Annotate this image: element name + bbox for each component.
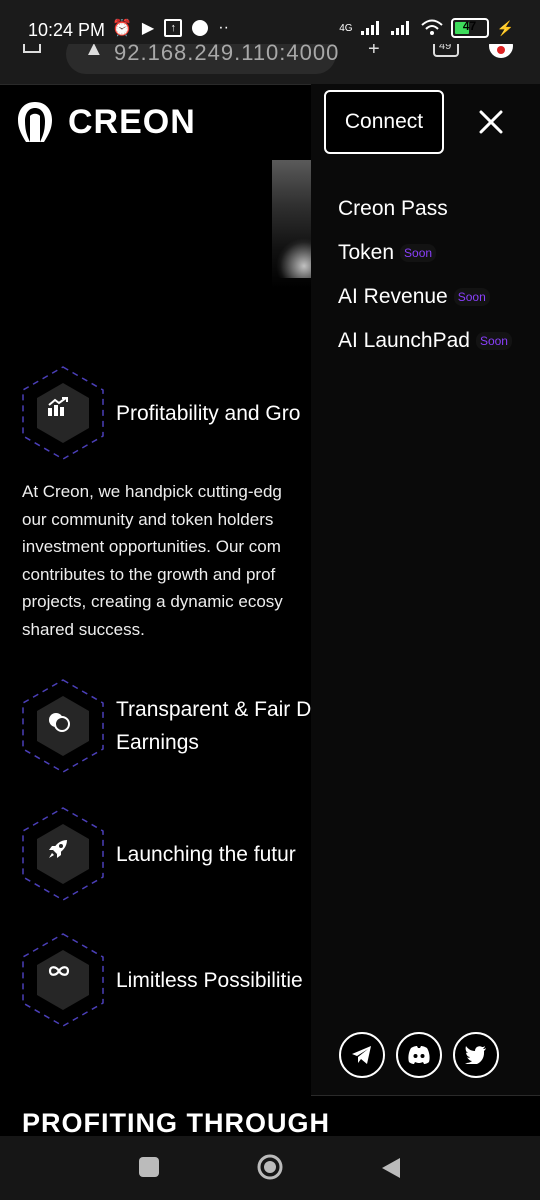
chart-icon — [47, 397, 79, 429]
intro-paragraph: At Creon, we handpick cutting-edg our co… — [22, 478, 322, 643]
browser-bar: ▲ 92.168.249.110:4000 + 49 — [0, 44, 540, 85]
paragraph-line: At Creon, we handpick cutting-edg — [22, 482, 282, 501]
paragraph-line: contributes to the growth and prof — [22, 564, 276, 584]
url-text[interactable]: 92.168.249.110:4000 — [114, 44, 339, 66]
recents-icon[interactable] — [138, 1156, 160, 1183]
hexagon-badge — [20, 932, 106, 1028]
battery-level: 47 — [462, 19, 477, 33]
play-icon: ▶ — [141, 20, 155, 37]
hexagon-badge — [20, 365, 106, 461]
home-icon[interactable] — [22, 44, 42, 64]
hero-glow — [276, 238, 316, 278]
paragraph-line: projects, creating a dynamic ecosy — [22, 592, 283, 611]
more-dots-icon: ·· — [218, 19, 229, 36]
soon-badge: Soon — [475, 332, 512, 350]
social-links — [339, 1032, 499, 1078]
coins-icon — [47, 710, 79, 742]
menu-item-label: AI Revenue — [338, 285, 448, 308]
status-bar: 10:24 PM ⏰ ▶ ↑ ·· 4G 47 ⚡ — [0, 0, 540, 44]
soon-badge: Soon — [453, 288, 490, 306]
feature-profitability: Profitability and Gro — [20, 365, 300, 461]
battery-icon: 47 — [450, 18, 489, 38]
wifi-icon — [420, 19, 443, 38]
soon-badge: Soon — [400, 244, 437, 262]
feature-transparent: Transparent & Fair D Earnings — [20, 678, 311, 774]
lock-icon: ▲ — [84, 44, 104, 60]
connect-button[interactable]: Connect — [324, 90, 444, 154]
brand-name: CREON — [68, 102, 196, 141]
paragraph-line: investment opportunities. Our com — [22, 537, 281, 556]
signal-icon — [390, 19, 413, 38]
whatsapp-icon — [192, 20, 209, 36]
section-heading: PROFITING THROUGH — [22, 1108, 330, 1138]
menu-item-ai-launchpad[interactable]: AI LaunchPad Soon — [338, 329, 512, 353]
charging-icon: ⚡ — [496, 19, 514, 36]
menu-item-creon-pass[interactable]: Creon Pass — [338, 197, 448, 221]
system-nav-bar — [0, 1136, 540, 1200]
menu-item-label: Creon Pass — [338, 197, 448, 220]
feature-title: Limitless Possibilitie — [116, 968, 303, 992]
menu-item-label: AI LaunchPad — [338, 329, 470, 352]
feature-title: Earnings — [116, 731, 199, 754]
menu-item-label: Token — [338, 241, 395, 264]
telegram-icon[interactable] — [339, 1032, 385, 1078]
hexagon-badge — [20, 806, 106, 902]
discord-icon[interactable] — [396, 1032, 442, 1078]
feature-launching: Launching the futur — [20, 806, 296, 902]
tab-count: 49 — [439, 44, 452, 52]
feature-limitless: Limitless Possibilitie — [20, 932, 303, 1028]
back-icon[interactable] — [380, 1156, 402, 1185]
feature-title: Profitability and Gro — [116, 401, 301, 425]
paragraph-line: our community and token holders — [22, 509, 274, 529]
site-logo[interactable]: CREON — [16, 100, 196, 144]
close-icon[interactable] — [473, 104, 509, 140]
infinity-icon — [47, 964, 79, 996]
plus-icon[interactable]: + — [368, 44, 380, 61]
rocket-icon — [47, 838, 79, 870]
feature-title: Transparent & Fair D — [116, 698, 312, 721]
hexagon-badge — [20, 678, 106, 774]
nav-drawer: Connect Creon Pass Token Soon AI Revenue… — [311, 84, 540, 1096]
avatar-icon[interactable] — [488, 44, 514, 70]
menu-item-ai-revenue[interactable]: AI Revenue Soon — [338, 285, 490, 309]
home-icon[interactable] — [256, 1153, 284, 1186]
signal-icon — [360, 19, 383, 38]
menu-item-token[interactable]: Token Soon — [338, 241, 437, 265]
feature-title: Launching the futur — [116, 842, 296, 866]
paragraph-line: shared success. — [22, 619, 145, 639]
alarm-icon: ⏰ — [112, 20, 132, 37]
status-time: 10:24 PM — [28, 20, 106, 40]
twitter-icon[interactable] — [453, 1032, 499, 1078]
network-type: 4G — [339, 22, 353, 34]
creon-logo-icon — [18, 102, 52, 142]
upload-icon: ↑ — [164, 19, 183, 37]
